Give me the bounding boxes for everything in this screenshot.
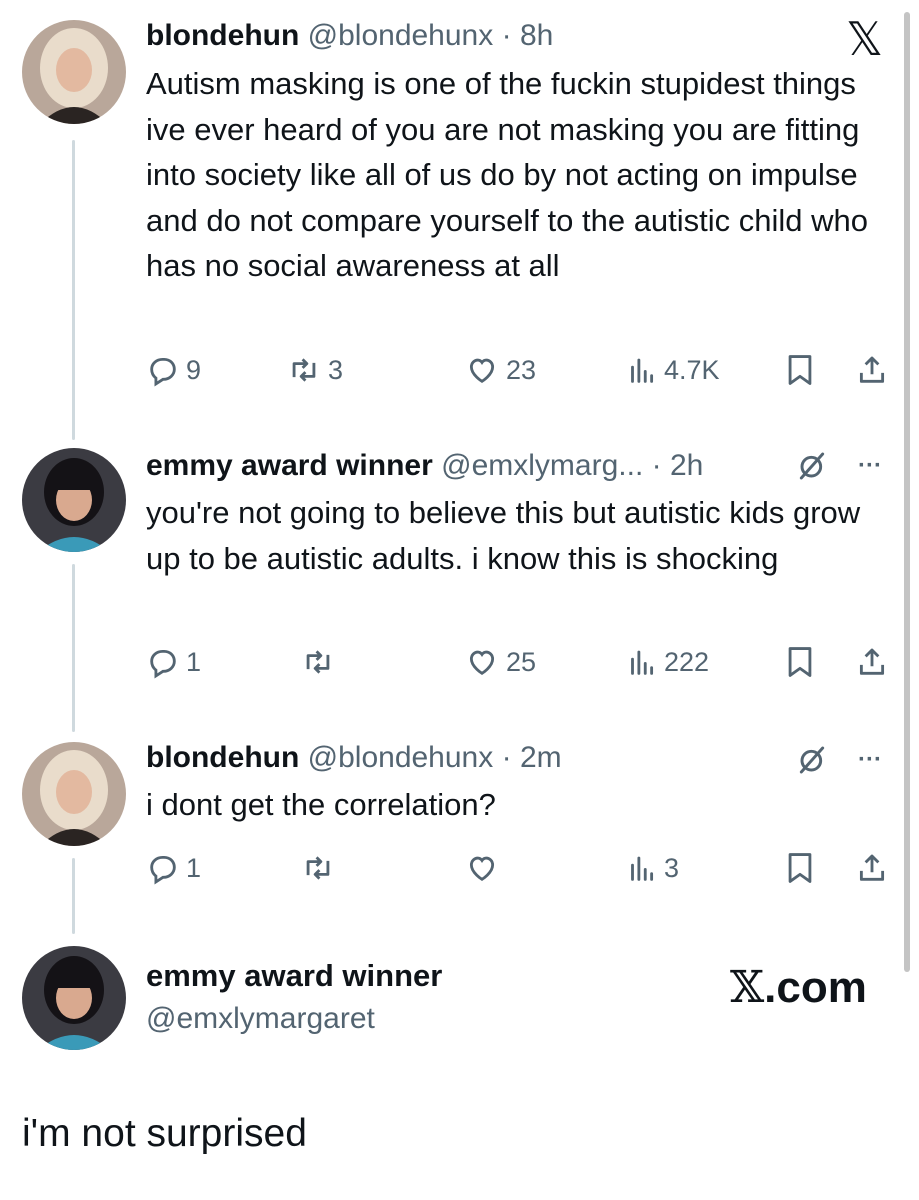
like-count: 23 xyxy=(506,354,537,385)
author-name[interactable]: emmy award winner xyxy=(146,958,442,994)
reply-button[interactable]: 9 xyxy=(146,350,201,390)
tweet-text: i dont get the correlation? xyxy=(146,787,496,822)
views-button[interactable]: 3 xyxy=(624,848,679,888)
timestamp[interactable]: 2h xyxy=(670,449,703,482)
views-count: 222 xyxy=(664,646,710,677)
author-handle[interactable]: @blondehunx xyxy=(308,741,494,774)
reply-count: 1 xyxy=(186,646,202,677)
share-button[interactable] xyxy=(854,644,890,680)
like-button[interactable] xyxy=(464,848,506,888)
more-icon: ··· xyxy=(858,746,882,773)
bookmark-button[interactable] xyxy=(782,644,818,680)
avatar[interactable] xyxy=(22,20,126,124)
tweet-header: blondehun @blondehunx · 2m xyxy=(146,740,562,776)
thread-line xyxy=(72,564,75,732)
author-name[interactable]: emmy award winner xyxy=(146,449,433,482)
x-logo-icon: 𝕏 xyxy=(730,962,765,1013)
analytics-icon xyxy=(631,650,654,675)
scrollbar[interactable] xyxy=(904,12,910,972)
reply-count: 9 xyxy=(186,354,202,385)
action-bar: 1 3 xyxy=(146,848,896,888)
action-bar: 1 25 222 xyxy=(146,642,896,682)
views-button[interactable]: 4.7K xyxy=(624,350,720,390)
grok-button[interactable] xyxy=(792,446,832,486)
reply-icon xyxy=(150,649,176,679)
share-icon xyxy=(859,648,885,675)
author-handle[interactable]: @emxlymarg... xyxy=(441,449,643,482)
thread-line xyxy=(72,140,75,440)
bookmark-icon xyxy=(788,647,812,677)
like-count: 25 xyxy=(506,646,537,677)
bookmark-button[interactable] xyxy=(782,850,818,886)
share-icon xyxy=(859,854,885,881)
repost-button[interactable]: 3 xyxy=(286,350,343,390)
separator: · xyxy=(501,741,512,774)
views-count: 4.7K xyxy=(664,354,720,385)
grok-button[interactable] xyxy=(792,740,832,780)
timestamp[interactable]: 8h xyxy=(520,19,553,52)
like-button[interactable]: 25 xyxy=(464,642,536,682)
timestamp[interactable]: 2m xyxy=(520,741,562,774)
views-button[interactable]: 222 xyxy=(624,642,709,682)
repost-icon xyxy=(306,650,330,674)
repost-button[interactable] xyxy=(300,642,342,682)
author-name[interactable]: blondehun xyxy=(146,19,299,52)
analytics-icon xyxy=(631,856,654,881)
caption-text: i'm not surprised xyxy=(22,1112,307,1155)
reply-button[interactable]: 1 xyxy=(146,642,201,682)
tweet-text: Autism masking is one of the fuckin stup… xyxy=(146,66,869,283)
reply-icon xyxy=(150,855,176,885)
tweet-header: emmy award winner @emxlymarg... · 2h xyxy=(146,448,703,484)
more-button[interactable]: ··· xyxy=(850,448,890,484)
author-name[interactable]: blondehun xyxy=(146,741,299,774)
tweet-text: you're not going to believe this but aut… xyxy=(146,495,861,576)
heart-icon xyxy=(469,856,495,881)
repost-icon xyxy=(306,856,330,880)
x-com-logo: 𝕏.com xyxy=(730,962,867,1013)
more-icon: ··· xyxy=(858,452,882,479)
avatar[interactable] xyxy=(22,742,126,846)
author-handle[interactable]: @blondehunx xyxy=(308,19,494,52)
bookmark-button[interactable] xyxy=(782,352,818,388)
analytics-icon xyxy=(631,358,654,383)
repost-button[interactable] xyxy=(300,848,342,888)
heart-icon xyxy=(469,650,495,675)
author-handle[interactable]: @emxlymargaret xyxy=(146,1002,375,1036)
bookmark-icon xyxy=(788,355,812,385)
separator: · xyxy=(501,19,512,52)
share-button[interactable] xyxy=(854,352,890,388)
reply-count: 1 xyxy=(186,852,202,883)
views-count: 3 xyxy=(664,852,680,883)
avatar[interactable] xyxy=(22,946,126,1050)
share-icon xyxy=(859,356,885,383)
heart-icon xyxy=(469,358,495,383)
repost-icon xyxy=(292,358,316,382)
bookmark-icon xyxy=(788,853,812,883)
tweet-header: blondehun @blondehunx · 8h xyxy=(146,18,553,54)
more-button[interactable]: ··· xyxy=(850,742,890,778)
grok-icon xyxy=(799,452,825,480)
x-com-suffix: .com xyxy=(764,963,867,1012)
share-button[interactable] xyxy=(854,850,890,886)
x-logo-icon: 𝕏 xyxy=(846,13,884,65)
like-button[interactable]: 23 xyxy=(464,350,536,390)
grok-icon xyxy=(799,746,825,774)
avatar[interactable] xyxy=(22,448,126,552)
thread-line xyxy=(72,858,75,934)
repost-count: 3 xyxy=(328,354,344,385)
reply-button[interactable]: 1 xyxy=(146,848,201,888)
separator: · xyxy=(651,449,662,482)
action-bar: 9 3 23 4.7K xyxy=(146,350,896,390)
reply-icon xyxy=(150,357,176,387)
